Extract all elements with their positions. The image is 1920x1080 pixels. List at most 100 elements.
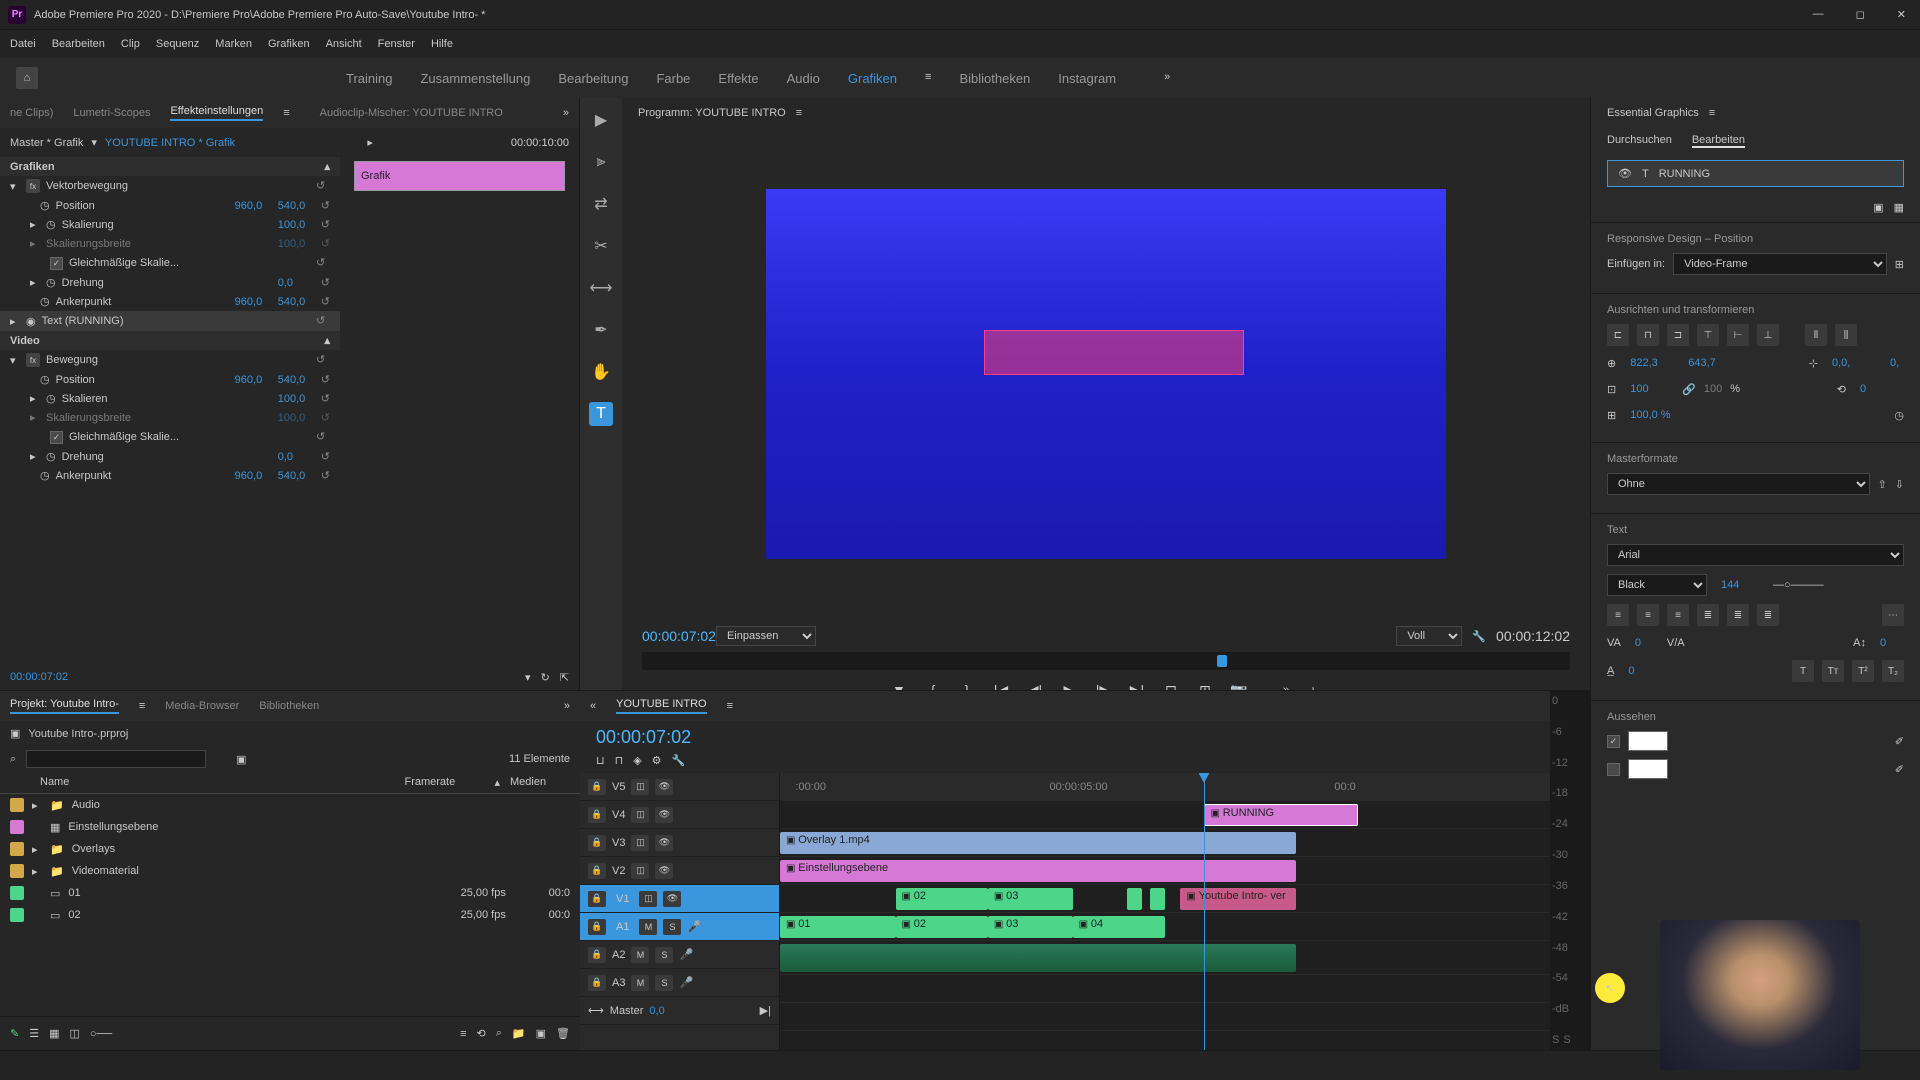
type-tool[interactable]: T: [589, 402, 613, 426]
align-top-icon[interactable]: ⊤: [1697, 324, 1719, 346]
stopwatch-icon[interactable]: ◷: [40, 295, 50, 308]
effect-sequence-link[interactable]: YOUTUBE INTRO * Grafik: [105, 137, 235, 149]
anchor-y-field[interactable]: 0,: [1884, 354, 1904, 372]
reset-icon[interactable]: ↺: [316, 179, 330, 193]
download-icon[interactable]: ⇩: [1895, 478, 1904, 491]
reset-icon[interactable]: ↺: [316, 353, 330, 367]
program-monitor[interactable]: [766, 189, 1446, 559]
col-name[interactable]: Name: [40, 776, 394, 789]
eyedropper-icon[interactable]: ✐: [1895, 763, 1904, 776]
anker-y-value[interactable]: 540,0: [278, 296, 318, 308]
stroke-color-swatch[interactable]: [1628, 759, 1668, 779]
trash-icon[interactable]: 🗑: [556, 1027, 570, 1040]
zoom-slider[interactable]: ○──: [90, 1028, 112, 1040]
quality-select[interactable]: Voll: [1396, 626, 1462, 646]
eye-icon[interactable]: ◉: [26, 315, 36, 328]
tab-projekt[interactable]: Projekt: Youtube Intro-: [10, 698, 119, 714]
superscript-icon[interactable]: T²: [1852, 660, 1874, 682]
chevron-down-icon[interactable]: ▾: [91, 136, 97, 149]
opacity-field[interactable]: 100,0 %: [1624, 406, 1684, 424]
clip-overlay[interactable]: ▣ Overlay 1.mp4: [780, 832, 1296, 854]
text-justify-icon[interactable]: ≣: [1697, 604, 1719, 626]
stopwatch-icon[interactable]: ◷: [46, 450, 56, 463]
timeline-title[interactable]: YOUTUBE INTRO: [616, 698, 706, 714]
loop-icon[interactable]: ↻: [541, 671, 550, 684]
new-layer-icon[interactable]: ▣: [1873, 201, 1883, 214]
link-icon[interactable]: 🔗: [1682, 383, 1696, 396]
solo-s[interactable]: S: [1563, 1034, 1570, 1046]
text-align-left-icon[interactable]: ≡: [1607, 604, 1629, 626]
project-item[interactable]: ▭0225,00 fps00:0: [0, 904, 580, 926]
auto-icon[interactable]: ⟲: [477, 1027, 486, 1040]
effect-go-icon[interactable]: ▸: [367, 136, 373, 149]
reset-icon[interactable]: ↺: [321, 296, 330, 308]
uniform-scale-checkbox[interactable]: ✓: [50, 257, 63, 270]
group-icon[interactable]: ▦: [1894, 201, 1904, 214]
ws-bearbeitung[interactable]: Bearbeitung: [558, 71, 628, 86]
font-select[interactable]: Arial: [1607, 544, 1904, 566]
menu-ansicht[interactable]: Ansicht: [326, 38, 362, 50]
align-right-icon[interactable]: ⊐: [1667, 324, 1689, 346]
home-icon[interactable]: ⌂: [16, 67, 38, 89]
tab-menu-icon[interactable]: ≡: [283, 107, 289, 119]
fit-select[interactable]: Einpassen: [716, 626, 816, 646]
clip-einstellung[interactable]: ▣ Einstellungsebene: [780, 860, 1296, 882]
pos-y-field[interactable]: 643,7: [1682, 354, 1732, 372]
stopwatch-icon[interactable]: ◷: [1894, 409, 1904, 422]
track-lock[interactable]: 🔒: [588, 779, 606, 795]
ws-menu-icon[interactable]: ≡: [925, 71, 931, 86]
clip[interactable]: ▣ 03: [988, 888, 1073, 910]
link-icon[interactable]: ⊓: [615, 754, 624, 767]
solo-s[interactable]: S: [1552, 1034, 1559, 1046]
clip[interactable]: [1127, 888, 1142, 910]
clip[interactable]: [1150, 888, 1165, 910]
expand-icon[interactable]: ⟷: [588, 1004, 604, 1017]
tab-audioclip[interactable]: Audioclip-Mischer: YOUTUBE INTRO: [320, 107, 503, 119]
align-center-h-icon[interactable]: ⊓: [1637, 324, 1659, 346]
track-eye[interactable]: 👁: [655, 779, 673, 795]
subscript-icon[interactable]: T₂: [1882, 660, 1904, 682]
text-align-right-icon[interactable]: ≡: [1667, 604, 1689, 626]
menu-hilfe[interactable]: Hilfe: [431, 38, 453, 50]
menu-bearbeiten[interactable]: Bearbeiten: [52, 38, 105, 50]
scale-field[interactable]: 100: [1624, 380, 1674, 398]
upload-icon[interactable]: ⇧: [1878, 478, 1887, 491]
smallcaps-icon[interactable]: Tᴛ: [1822, 660, 1844, 682]
project-item[interactable]: ▸📁Overlays: [0, 838, 580, 860]
section-arrow-icon[interactable]: ▴: [324, 334, 330, 347]
clip-intro[interactable]: ▣ Youtube Intro- ver: [1180, 888, 1296, 910]
panel-menu-icon[interactable]: ≡: [1709, 107, 1715, 119]
close-button[interactable]: ✕: [1891, 6, 1912, 23]
eg-tab-edit[interactable]: Bearbeiten: [1692, 134, 1745, 148]
distribute-v-icon[interactable]: ⫼: [1835, 324, 1857, 346]
tab-clips[interactable]: ne Clips): [10, 107, 53, 119]
section-arrow-icon[interactable]: ▴: [324, 160, 330, 173]
ws-overflow-icon[interactable]: »: [1164, 71, 1170, 86]
project-item[interactable]: ▸📁Videomaterial: [0, 860, 580, 882]
effect-master-label[interactable]: Master * Grafik: [10, 137, 83, 149]
overflow-back-icon[interactable]: «: [590, 700, 596, 712]
align-left-icon[interactable]: ⊏: [1607, 324, 1629, 346]
program-current-tc[interactable]: 00:00:07:02: [642, 628, 716, 644]
menu-fenster[interactable]: Fenster: [378, 38, 415, 50]
ws-zusammenstellung[interactable]: Zusammenstellung: [420, 71, 530, 86]
fx-icon[interactable]: fx: [26, 179, 40, 193]
reset-icon[interactable]: ↺: [316, 256, 330, 270]
project-item[interactable]: ▭0125,00 fps00:0: [0, 882, 580, 904]
font-size-field[interactable]: 144: [1715, 576, 1765, 594]
eg-layer-running[interactable]: 👁 T RUNNING: [1607, 160, 1904, 187]
ws-grafiken[interactable]: Grafiken: [848, 71, 897, 86]
baseline-field[interactable]: 0: [1622, 662, 1652, 680]
fill-color-swatch[interactable]: [1628, 731, 1668, 751]
ws-instagram[interactable]: Instagram: [1058, 71, 1116, 86]
tab-effekteinstellungen[interactable]: Effekteinstellungen: [170, 105, 263, 121]
menu-clip[interactable]: Clip: [121, 38, 140, 50]
icon-view-icon[interactable]: ▦: [49, 1027, 59, 1040]
tab-lumetri[interactable]: Lumetri-Scopes: [73, 107, 150, 119]
fill-checkbox[interactable]: ✓: [1607, 735, 1620, 748]
reset-icon[interactable]: ↺: [321, 219, 330, 231]
mute-button[interactable]: M: [639, 919, 657, 935]
ws-farbe[interactable]: Farbe: [656, 71, 690, 86]
align-middle-icon[interactable]: ⊢: [1727, 324, 1749, 346]
maximize-button[interactable]: ◻: [1850, 6, 1871, 23]
